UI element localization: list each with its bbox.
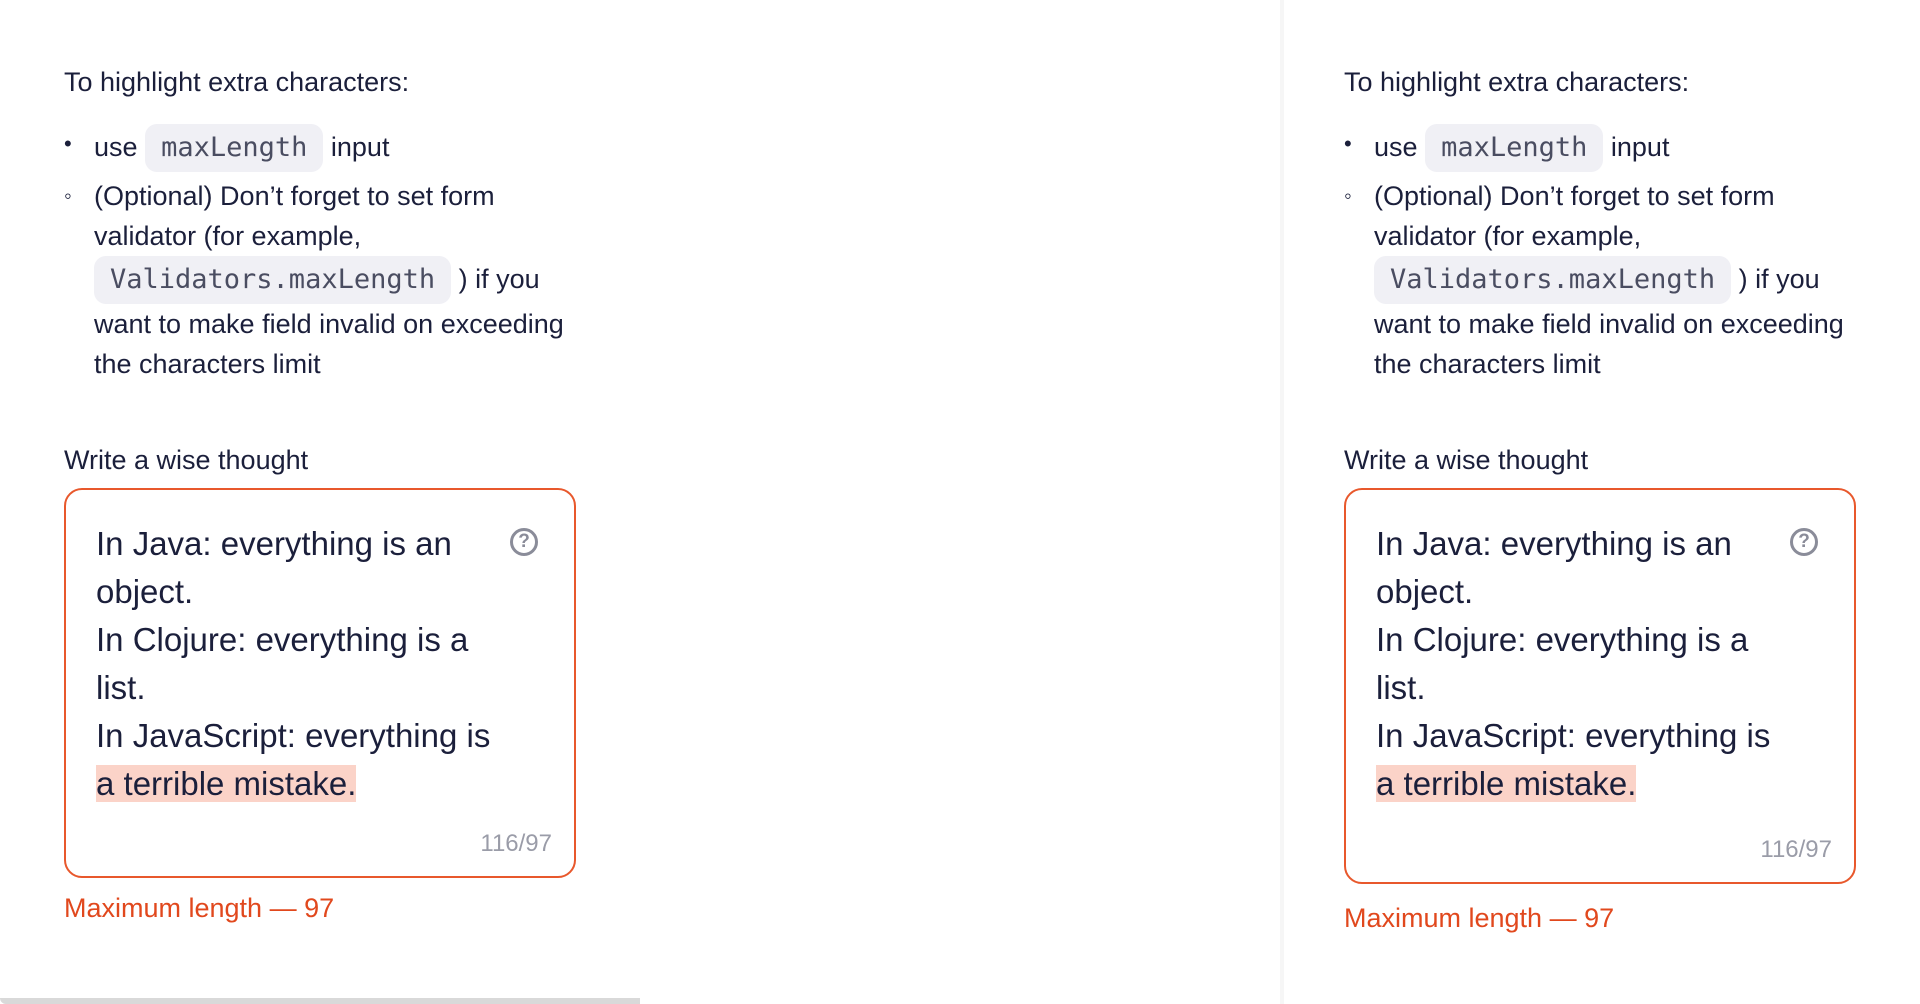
- textarea-value[interactable]: In Java: everything is an object. In Clo…: [1376, 520, 1786, 808]
- help-icon[interactable]: ?: [510, 528, 538, 556]
- field-label: Write a wise thought: [64, 445, 309, 475]
- textarea-line: In Java: everything is an object.: [96, 525, 452, 610]
- instructions-list: • use maxLength input ◦ (Optional) Don’t…: [64, 124, 584, 384]
- extra-characters-highlight: a terrible mistake.: [96, 765, 357, 802]
- textarea-value[interactable]: In Java: everything is an object. In Clo…: [96, 520, 506, 808]
- textarea-line: In Clojure: everything is a list.: [96, 621, 469, 706]
- character-counter: 116/97: [1760, 836, 1832, 863]
- extra-characters-highlight: a terrible mistake.: [1376, 765, 1637, 802]
- error-message: Maximum length — 97: [64, 893, 335, 923]
- help-icon[interactable]: ?: [1790, 528, 1818, 556]
- textarea-line: In Clojure: everything is a list.: [1376, 621, 1749, 706]
- field-label: Write a wise thought: [1344, 445, 1589, 475]
- list-item: • use maxLength input: [1344, 124, 1864, 172]
- bullet-text-after: input: [330, 132, 390, 162]
- textarea-line-plain: In JavaScript: everything is: [96, 717, 491, 754]
- demo-content: To highlight extra characters: • use max…: [64, 62, 584, 928]
- code-maxlength: maxLength: [145, 124, 324, 172]
- bullet-text-after: input: [1610, 132, 1670, 162]
- character-counter: 116/97: [480, 830, 552, 857]
- textarea-line: In Java: everything is an object.: [1376, 525, 1732, 610]
- intro-text: To highlight extra characters:: [64, 67, 410, 97]
- textarea-line: In JavaScript: everything is a terrible …: [1376, 712, 1786, 808]
- bullet-text-before: use: [1374, 132, 1418, 162]
- left-panel: To highlight extra characters: • use max…: [0, 0, 640, 1004]
- bullet-text-before: use: [94, 132, 138, 162]
- bullet-text-part1: (Optional) Don’t forget to set form vali…: [94, 181, 495, 251]
- error-message: Maximum length — 97: [1344, 903, 1615, 933]
- right-panel: To highlight extra characters: • use max…: [1280, 0, 1920, 1004]
- thought-textarea[interactable]: In Java: everything is an object. In Clo…: [64, 488, 576, 878]
- bullet-marker: •: [64, 131, 72, 156]
- textarea-line: In JavaScript: everything is a terrible …: [96, 712, 506, 808]
- code-validators-maxlength: Validators.maxLength: [1374, 256, 1732, 304]
- list-item: ◦ (Optional) Don’t forget to set form va…: [64, 176, 584, 384]
- instructions-list: • use maxLength input ◦ (Optional) Don’t…: [1344, 124, 1864, 384]
- code-validators-maxlength: Validators.maxLength: [94, 256, 452, 304]
- bullet-marker: •: [1344, 131, 1352, 156]
- code-maxlength: maxLength: [1425, 124, 1604, 172]
- textarea-line-plain: In JavaScript: everything is: [1376, 717, 1771, 754]
- intro-text: To highlight extra characters:: [1344, 67, 1690, 97]
- bullet-marker: ◦: [64, 183, 72, 208]
- demo-content: To highlight extra characters: • use max…: [1344, 62, 1864, 938]
- thought-textarea[interactable]: In Java: everything is an object. In Clo…: [1344, 488, 1856, 884]
- list-item: • use maxLength input: [64, 124, 584, 172]
- list-item: ◦ (Optional) Don’t forget to set form va…: [1344, 176, 1864, 384]
- bullet-text-part1: (Optional) Don’t forget to set form vali…: [1374, 181, 1775, 251]
- bullet-marker: ◦: [1344, 183, 1352, 208]
